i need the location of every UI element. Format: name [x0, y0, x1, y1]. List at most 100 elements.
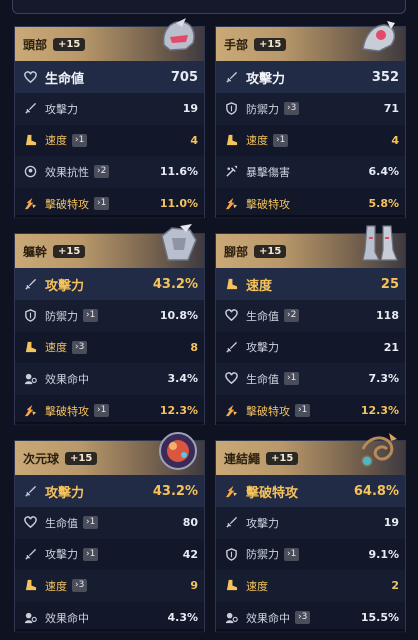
relic-card-header: 腳部 +15: [216, 225, 405, 268]
relic-slot-name: 軀幹: [23, 244, 48, 259]
main-stat-row: 速度 25: [216, 268, 405, 300]
stat-value: 11.0%: [159, 197, 198, 211]
sub-stat-row: 速度 ›1 4: [15, 124, 204, 157]
sword-icon: [224, 516, 238, 530]
roll-count-badge: ›1: [284, 372, 300, 386]
stat-name: 效果命中: [45, 372, 89, 386]
relic-card-header: 頭部 +15: [15, 18, 204, 61]
stat-name: 防禦力: [246, 548, 279, 562]
main-stat-row: 攻擊力 43.2%: [15, 268, 204, 300]
relic-level-badge: +15: [53, 244, 86, 258]
relic-slot-name: 連結繩: [224, 451, 261, 466]
stat-name: 速度: [246, 134, 268, 148]
stat-name: 暴擊傷害: [246, 165, 290, 179]
relic-card-header: 次元球 +15: [15, 432, 204, 475]
sub-stat-row: 效果抗性 ›2 11.6%: [15, 156, 204, 188]
shield-icon: [224, 102, 238, 116]
stat-name: 攻擊力: [45, 485, 85, 501]
sword-icon: [23, 102, 37, 116]
sphere-icon: [156, 429, 200, 473]
stat-value: 42: [182, 547, 198, 561]
sub-stat-row: 生命值 ›1 7.3%: [216, 363, 405, 395]
sub-stat-row: 暴擊傷害 6.4%: [216, 156, 405, 188]
sub-stat-row: 效果命中 3.4%: [15, 363, 204, 395]
stat-name: 攻擊力: [246, 341, 279, 355]
relic-card[interactable]: 次元球 +15 攻擊力 43.2% 生命值 ›1 80 攻擊力 ›1 42 速度 ›3 9 效果命中 4.3…: [14, 432, 205, 634]
stat-value: 12.3%: [360, 404, 399, 418]
stat-name: 攻擊力: [45, 102, 78, 116]
crit-icon: [224, 165, 238, 179]
heart-icon: [224, 309, 238, 323]
stat-value: 5.8%: [368, 197, 399, 211]
sword-icon: [23, 277, 37, 291]
break-icon: [23, 404, 37, 418]
top-panel-edge: [12, 0, 406, 14]
stat-value: 12.3%: [159, 404, 198, 418]
stat-name: 效果命中: [246, 611, 290, 625]
stat-value: 43.2%: [152, 276, 198, 292]
stat-value: 6.4%: [368, 165, 399, 179]
relic-card[interactable]: 軀幹 +15 攻擊力 43.2% 防禦力 ›1 10.8% 速度 ›3 8 效果命中 3.4% 擊破特攻…: [14, 224, 205, 427]
relic-level-badge: +15: [53, 37, 86, 51]
sword-icon: [23, 484, 37, 498]
break-icon: [224, 197, 238, 211]
relic-slot-name: 手部: [224, 37, 249, 52]
stat-name: 防禦力: [45, 309, 78, 323]
stat-value: 25: [380, 276, 399, 292]
roll-count-badge: ›1: [295, 404, 311, 418]
stat-name: 攻擊力: [45, 548, 78, 562]
sub-stat-row: 防禦力 ›1 9.1%: [216, 538, 405, 571]
stat-value: 705: [170, 69, 198, 85]
stat-value: 4: [391, 133, 399, 147]
sub-stat-row: 速度 ›3 9: [15, 570, 204, 602]
boots-icon: [357, 222, 401, 266]
stat-name: 擊破特攻: [246, 197, 290, 211]
relic-card[interactable]: 手部 +15 攻擊力 352 防禦力 ›3 71 速度 ›1 4 暴擊傷害 6.4% 擊破特攻 5.8%: [215, 21, 406, 220]
relic-card[interactable]: 腳部 +15 速度 25 生命值 ›2 118 攻擊力 21 生命值 ›1 7.3% 擊破特攻 ›1 12.…: [215, 225, 406, 427]
stat-value: 71: [383, 102, 399, 116]
roll-count-badge: ›2: [284, 309, 300, 323]
resist-icon: [23, 165, 37, 179]
break-icon: [224, 484, 238, 498]
stat-value: 118: [376, 309, 399, 323]
relic-card-header: 軀幹 +15: [15, 224, 204, 268]
card-bottom-edge: [216, 629, 405, 631]
relic-card[interactable]: 頭部 +15 生命値 705 攻擊力 19 速度 ›1 4 效果抗性 ›2 11.6% 擊破特攻 ›1 11…: [14, 18, 205, 220]
heart-icon: [23, 70, 37, 84]
stat-value: 352: [371, 69, 399, 85]
stat-name: 速度: [246, 278, 273, 294]
boot-icon: [224, 579, 238, 593]
boot-icon: [224, 133, 238, 147]
stat-value: 7.3%: [368, 372, 399, 386]
sub-stat-row: 速度 2: [216, 570, 405, 602]
stat-value: 4.3%: [167, 611, 198, 625]
relic-card[interactable]: 連結繩 +15 擊破特攻 64.8% 攻擊力 19 防禦力 ›1 9.1% 速度 2 效果命中 ›3 15…: [215, 433, 406, 634]
shield-icon: [224, 547, 238, 561]
stat-value: 2: [391, 579, 399, 593]
stat-value: 4: [190, 133, 198, 147]
hit-icon: [224, 611, 238, 625]
stat-name: 生命值: [246, 309, 279, 323]
card-bottom-edge: [15, 629, 204, 631]
stat-name: 生命值: [45, 516, 78, 530]
roll-count-badge: ›3: [72, 340, 88, 354]
heart-icon: [23, 516, 37, 530]
card-bottom-edge: [216, 422, 405, 424]
stat-value: 21: [383, 340, 399, 354]
stat-value: 9: [190, 579, 198, 593]
relic-slot-name: 次元球: [23, 451, 60, 466]
stat-name: 速度: [45, 579, 67, 593]
sub-stat-row: 攻擊力 19: [216, 507, 405, 539]
sword-icon: [224, 340, 238, 354]
roll-count-badge: ›1: [273, 133, 289, 147]
relic-slot-name: 頭部: [23, 37, 48, 52]
stat-name: 速度: [45, 134, 67, 148]
roll-count-badge: ›1: [83, 547, 99, 561]
roll-count-badge: ›1: [94, 404, 110, 418]
sub-stat-row: 生命值 ›1 80: [15, 507, 204, 539]
stat-name: 防禦力: [246, 102, 279, 116]
relic-grid: 頭部 +15 生命値 705 攻擊力 19 速度 ›1 4 效果抗性 ›2 11.6% 擊破特攻 ›1 11…: [14, 18, 406, 634]
relic-level-badge: +15: [65, 451, 98, 465]
roll-count-badge: ›2: [94, 165, 110, 179]
roll-count-badge: ›1: [83, 309, 99, 323]
